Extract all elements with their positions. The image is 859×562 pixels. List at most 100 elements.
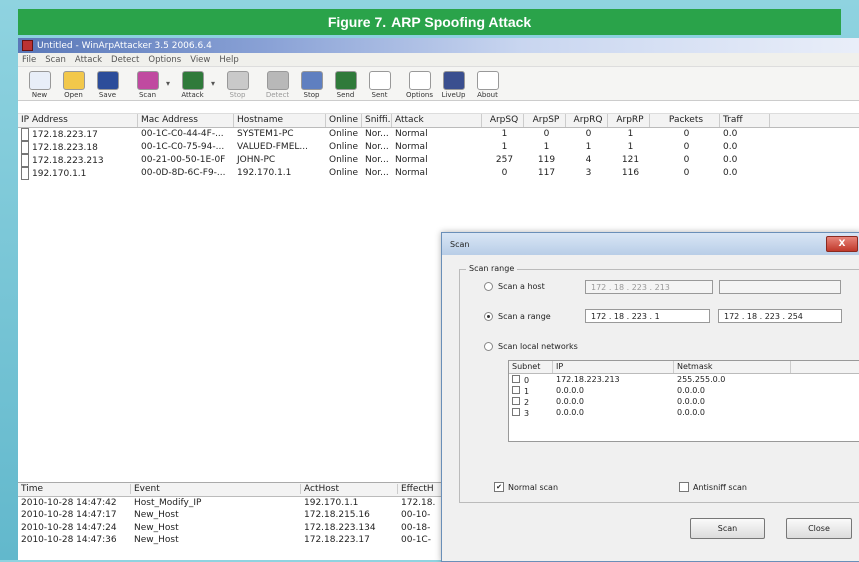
list-item[interactable]: 3 0.0.0.0 0.0.0.0 [509,407,859,418]
column-header[interactable]: Mac Address [138,114,234,127]
antisniff-checkbox[interactable] [679,482,689,492]
host-cell: JOHN-PC [237,155,276,165]
attack-cell: Normal [395,129,428,139]
chevron-down-icon[interactable]: ▾ [166,79,174,88]
list-item[interactable]: 1 0.0.0.0 0.0.0.0 [509,385,859,396]
column-header[interactable]: Sniffi... [362,114,392,127]
menu-help[interactable]: Help [219,55,238,65]
column-header[interactable]: Attack [392,114,482,127]
menu-scan[interactable]: Scan [45,55,66,65]
toolbar-button-stop[interactable]: Stop [222,69,253,100]
col-blank [791,361,859,373]
table-row[interactable]: 172.18.223.213 00-21-00-50-1E-0F JOHN-PC On… [18,154,859,167]
toolbar-button-open[interactable]: Open [58,69,89,100]
subnet-ip-cell: 0.0.0.0 [556,408,584,417]
menu-options[interactable]: Options [148,55,181,65]
column-header[interactable]: ActHost [301,484,398,495]
table-row[interactable]: 172.18.223.18 00-1C-C0-75-94-... VALUED-FM… [18,141,859,154]
subnet-checkbox[interactable] [512,396,520,405]
subnet-checkbox[interactable] [512,385,520,394]
list-item[interactable]: 2 0.0.0.0 0.0.0.0 [509,396,859,407]
toolbar-button-about[interactable]: About [472,69,503,100]
normal-scan-option[interactable]: ✔ Normal scan [494,482,558,492]
close-icon[interactable]: X [826,236,858,252]
close-button[interactable]: Close [786,518,852,539]
column-header[interactable]: ArpSQ [482,114,524,127]
normal-scan-checkbox[interactable]: ✔ [494,482,504,492]
column-header[interactable]: IP Address [18,114,138,127]
scan-range-label: Scan range [466,264,518,273]
toolbar-button-stop[interactable]: Stop [296,69,327,100]
sq-cell: 1 [501,129,508,139]
column-header[interactable]: ArpSP [524,114,566,127]
new-icon [28,71,51,90]
subnet-checkbox[interactable] [512,407,520,416]
event-cell: New_Host [134,522,179,533]
scan-host-radio[interactable] [484,282,493,291]
list-item[interactable]: 0 172.18.223.213 255.255.0.0 [509,374,859,385]
figure-caption: Figure 7. ARP Spoofing Attack [18,9,841,35]
column-header[interactable]: Online [326,114,362,127]
table-row[interactable]: 192.170.1.1 00-0D-8D-6C-F9-... 192.170.1.1… [18,167,859,180]
column-header[interactable]: Traff [720,114,770,127]
column-header[interactable]: ArpRP [608,114,650,127]
range-from-field[interactable]: 172 . 18 . 223 . 1 [585,309,710,323]
column-header[interactable]: ArpRQ [566,114,608,127]
scan-range-option-label: Scan a range [498,312,551,321]
column-header[interactable]: Time [18,484,131,495]
scan-local-radio[interactable] [484,342,493,351]
scan-range-option[interactable]: Scan a range [484,312,551,321]
window-title: Untitled - WinArpAttacker 3.5 2006.6.4 [37,40,212,51]
row-checkbox[interactable] [21,154,29,167]
window-titlebar[interactable]: Untitled - WinArpAttacker 3.5 2006.6.4 [18,38,859,53]
toolbar-button-save[interactable]: Save [92,69,123,100]
scan-host-extra-field[interactable] [719,280,841,294]
act-cell: 192.170.1.1 [304,497,359,508]
sq-cell: 0 [501,168,508,178]
subnet-cell: 1 [509,385,553,396]
menu-view[interactable]: View [190,55,210,65]
toolbar-button-send[interactable]: Send [330,69,361,100]
scan-host-ip-field[interactable]: 172 . 18 . 223 . 213 [585,280,713,294]
toolbar-label: Scan [138,91,157,99]
toolbar-button-detect[interactable]: Detect [262,69,293,100]
scan-dialog-titlebar[interactable]: Scan X [442,233,859,255]
chevron-down-icon[interactable]: ▾ [211,79,219,88]
table-row[interactable]: 172.18.223.17 00-1C-C0-44-4F-... SYSTEM1-P… [18,128,859,141]
toolbar-button-liveup[interactable]: LiveUp [438,69,469,100]
host-cell: 192.170.1.1 [237,168,292,178]
mac-cell: 00-1C-C0-44-4F-... [141,129,224,139]
sq-cell: 257 [495,155,514,165]
rp-cell: 116 [621,168,640,178]
menu-detect[interactable]: Detect [111,55,139,65]
row-checkbox[interactable] [21,141,29,154]
range-to-field[interactable]: 172 . 18 . 223 . 254 [718,309,842,323]
row-checkbox[interactable] [21,167,29,180]
row-checkbox[interactable] [21,128,29,141]
rp-cell: 121 [621,155,640,165]
scan-range-radio[interactable] [484,312,493,321]
scan-host-option[interactable]: Scan a host [484,282,545,291]
column-header[interactable]: Event [131,484,301,495]
subnet-checkbox[interactable] [512,374,520,383]
column-header[interactable]: Hostname [234,114,326,127]
scan-range-group: Scan range Scan a host 172 . 18 . 223 . … [459,264,859,503]
scan-local-option[interactable]: Scan local networks [484,342,578,351]
toolbar-button-attack[interactable]: Attack [177,69,208,100]
rp-cell: 1 [627,129,634,139]
scan-button[interactable]: Scan [690,518,765,539]
mac-cell: 00-0D-8D-6C-F9-... [141,168,226,178]
ip-cell: 192.170.1.1 [18,167,138,180]
toolbar-button-scan[interactable]: Scan [132,69,163,100]
toolbar-button-options[interactable]: Options [404,69,435,100]
antisniff-option[interactable]: Antisniff scan [679,482,747,492]
menu-file[interactable]: File [22,55,36,65]
attack-cell: Normal [395,155,428,165]
mac-cell: 00-1C-C0-75-94-... [141,142,225,152]
column-header[interactable]: Packets [650,114,720,127]
menu-attack[interactable]: Attack [75,55,102,65]
col-ip: IP [553,361,674,373]
toolbar-button-new[interactable]: New [24,69,55,100]
sp-cell: 119 [537,155,556,165]
toolbar-button-sent[interactable]: Sent [364,69,395,100]
